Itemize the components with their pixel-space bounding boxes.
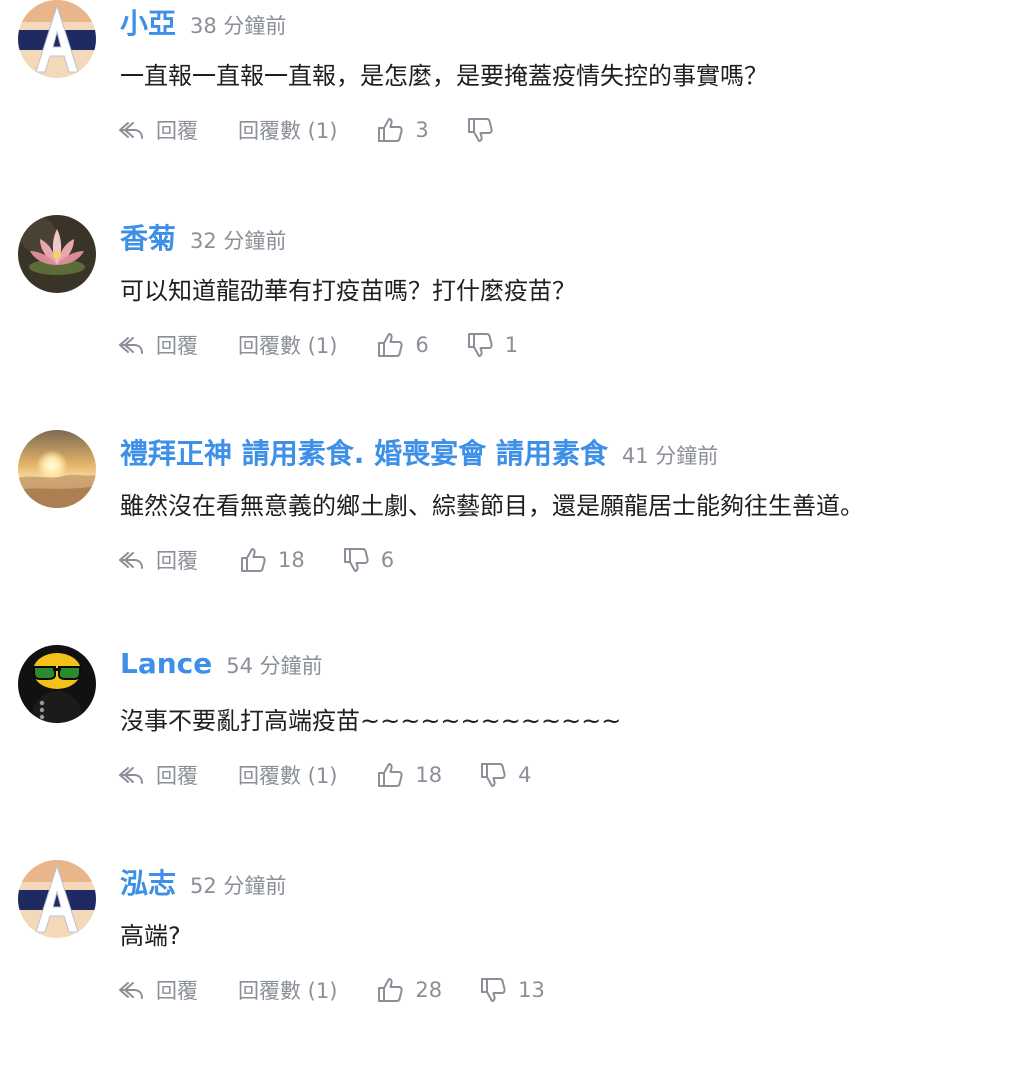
comment-text: 雖然沒在看無意義的鄉土劇、綜藝節目，還是願龍居士能夠往生善道。 [120,492,864,520]
like-count: 3 [415,118,429,142]
letter-a-avatar-icon [18,860,96,938]
comment-actions: 回覆 回覆數 (1) 18 4 [116,758,532,792]
reply-button[interactable]: 回覆 [116,975,198,1005]
sunset-avatar-icon [18,430,96,508]
replies-count-label: 回覆數 (1) [238,119,338,143]
avatar[interactable] [18,860,96,938]
timestamp: 54 分鐘前 [226,654,323,678]
avatar[interactable] [18,430,96,508]
reply-icon [116,330,146,360]
author-name[interactable]: 小亞 [120,7,176,40]
thumbs-down-icon [478,760,508,790]
dislike-count: 6 [380,548,395,572]
thumbs-up-icon [375,330,405,360]
reply-label: 回覆 [156,764,198,788]
comment-meta: 禮拜正神 請用素食. 婚喪宴會 請用素食 41 分鐘前 [120,432,718,472]
thumbs-up-icon [375,115,405,145]
letter-a-avatar-icon [18,0,96,78]
reply-button[interactable]: 回覆 [116,115,198,145]
reply-button[interactable]: 回覆 [116,545,198,575]
avatar[interactable] [18,215,96,293]
dislike-count: 13 [518,978,545,1002]
replies-count-button[interactable]: 回覆數 (1) [238,115,337,145]
replies-count-button[interactable]: 回覆數 (1) [238,330,337,360]
thumbs-down-icon [465,115,495,145]
replies-count-label: 回覆數 (1) [238,764,338,788]
comment-meta: 小亞 38 分鐘前 [120,2,286,42]
dislike-button[interactable]: 13 [478,975,545,1005]
timestamp: 32 分鐘前 [190,229,287,253]
author-name[interactable]: 禮拜正神 請用素食. 婚喪宴會 請用素食 [120,437,608,470]
reply-icon [116,975,146,1005]
reply-label: 回覆 [156,119,198,143]
comment-actions: 回覆 18 6 [116,543,394,577]
like-count: 28 [415,978,443,1002]
reply-button[interactable]: 回覆 [116,330,198,360]
comment-meta: Lance 54 分鐘前 [120,647,323,680]
author-name[interactable]: 泓志 [120,867,176,900]
dislike-count: 4 [518,763,532,787]
timestamp: 41 分鐘前 [621,444,719,468]
thumbs-up-icon [375,975,405,1005]
like-button[interactable]: 6 [375,330,429,360]
comment-text: 可以知道龍劭華有打疫苗嗎？打什麼疫苗？ [120,277,576,305]
dislike-button[interactable] [465,115,505,145]
comment-item: 泓志 52 分鐘前 高端? 回覆 回覆數 (1) 28 13 [0,860,1020,1075]
dislike-count: 1 [504,333,519,357]
like-button[interactable]: 28 [375,975,442,1005]
timestamp: 52 分鐘前 [190,874,287,898]
comment-actions: 回覆 回覆數 (1) 3 [116,113,505,147]
comment-text: 高端? [120,922,181,950]
reply-label: 回覆 [156,334,198,358]
reply-icon [116,115,146,145]
replies-count-button[interactable]: 回覆數 (1) [238,975,337,1005]
avatar[interactable] [18,645,96,723]
timestamp: 38 分鐘前 [190,14,287,38]
comment-item: 禮拜正神 請用素食. 婚喪宴會 請用素食 41 分鐘前 雖然沒在看無意義的鄉土劇、… [0,430,1020,645]
thumbs-down-icon [478,975,508,1005]
comment-actions: 回覆 回覆數 (1) 6 1 [116,328,518,362]
comment-meta: 香菊 32 分鐘前 [120,217,286,257]
thumbs-up-icon [238,545,268,575]
sunglasses-avatar-icon [18,645,96,723]
comment-meta: 泓志 52 分鐘前 [120,862,286,902]
avatar[interactable] [18,0,96,78]
reply-label: 回覆 [156,979,198,1003]
like-count: 18 [415,763,443,787]
dislike-button[interactable]: 1 [465,330,518,360]
comment-text: 一直報一直報一直報，是怎麼，是要掩蓋疫情失控的事實嗎？ [120,62,768,90]
reply-icon [116,545,146,575]
like-button[interactable]: 18 [375,760,442,790]
comment-actions: 回覆 回覆數 (1) 28 13 [116,973,545,1007]
replies-count-label: 回覆數 (1) [238,334,338,358]
author-name[interactable]: Lance [120,647,212,680]
thumbs-down-icon [465,330,495,360]
comment-text: 沒事不要亂打高端疫苗~~~~~~~~~~~~~ [120,707,622,735]
thumbs-up-icon [375,760,405,790]
comment-item: Lance 54 分鐘前 沒事不要亂打高端疫苗~~~~~~~~~~~~~ 回覆 回… [0,645,1020,860]
comment-item: 小亞 38 分鐘前 一直報一直報一直報，是怎麼，是要掩蓋疫情失控的事實嗎？ 回覆 … [0,0,1020,215]
like-count: 18 [278,548,305,572]
comment-item: 香菊 32 分鐘前 可以知道龍劭華有打疫苗嗎？打什麼疫苗？ 回覆 回覆數 (1) … [0,215,1020,430]
author-name[interactable]: 香菊 [120,222,176,255]
like-button[interactable]: 3 [375,115,429,145]
reply-button[interactable]: 回覆 [116,760,198,790]
like-count: 6 [415,333,429,357]
like-button[interactable]: 18 [238,545,305,575]
reply-label: 回覆 [156,549,198,573]
dislike-button[interactable]: 4 [478,760,532,790]
reply-icon [116,760,146,790]
lotus-avatar-icon [18,215,96,293]
dislike-button[interactable]: 6 [341,545,394,575]
thumbs-down-icon [341,545,371,575]
replies-count-label: 回覆數 (1) [238,979,338,1003]
replies-count-button[interactable]: 回覆數 (1) [238,760,337,790]
